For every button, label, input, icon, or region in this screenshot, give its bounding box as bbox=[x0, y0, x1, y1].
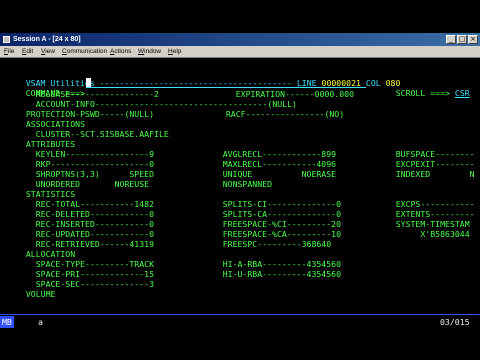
section-volume: VOLUME bbox=[16, 289, 56, 299]
field-excps: EXCPS----------- bbox=[376, 199, 475, 209]
field-release: RELEASE-----------------2 bbox=[16, 89, 159, 99]
field-extents: EXTENTS--------- bbox=[376, 209, 475, 219]
field-nonspanned: NONSPANNED bbox=[203, 179, 273, 189]
scroll-label: SCROLL ===> bbox=[395, 88, 450, 98]
field-excpexit: EXCPEXIT-------- bbox=[376, 159, 475, 169]
section-statistics: STATISTICS bbox=[16, 189, 76, 199]
scroll-value[interactable]: CSR bbox=[455, 88, 470, 98]
field-avglrecl: AVGLRECL------------899 bbox=[203, 149, 337, 159]
field-racf: RACF----------------(NO) bbox=[216, 109, 345, 119]
field-splits-ca: SPLITS-CA--------------0 bbox=[203, 209, 342, 219]
menu-bar: File Edit View Communication Actions Win… bbox=[0, 46, 480, 58]
field-freespc: FREESPC---------368640 bbox=[203, 239, 332, 249]
field-maxlrecl: MAXLRECL-----------4096 bbox=[203, 159, 337, 169]
field-space-pri: SPACE-PRI-------------15 bbox=[16, 269, 155, 279]
field-indexed: INDEXED N bbox=[376, 169, 475, 179]
field-rec-inserted: REC-INSERTED-----------0 bbox=[16, 219, 155, 229]
terminal-screen[interactable]: VSAM Utilities -------------------------… bbox=[0, 58, 480, 330]
status-indicator: a bbox=[38, 317, 43, 327]
status-mode: MB bbox=[0, 316, 14, 328]
section-associations: ASSOCIATIONS bbox=[16, 119, 86, 129]
field-rkp: RKP--------------------0 bbox=[16, 159, 155, 169]
field-bufspace: BUFSPACE-------- bbox=[376, 149, 475, 159]
field-freespace-ca: FREESPACE-%CA---------10 bbox=[203, 229, 342, 239]
field-account-info: ACCOUNT-INFO----------------------------… bbox=[16, 99, 297, 109]
field-hi-u-rba: HI-U-RBA---------4354560 bbox=[203, 269, 342, 279]
app-icon[interactable] bbox=[3, 36, 10, 43]
field-shroptns: SHROPTNS(3,3) SPEED bbox=[16, 169, 155, 179]
field-keylen: KEYLEN-----------------9 bbox=[16, 149, 155, 159]
scroll-field: SCROLL ===> CSR bbox=[376, 78, 470, 108]
command-input[interactable] bbox=[86, 87, 366, 88]
field-protection-pswd: PROTECTION-PSWD-----(NULL) bbox=[16, 109, 155, 119]
window-title: Session A - [24 x 80] bbox=[13, 36, 81, 43]
field-hi-a-rba: HI-A-RBA---------4354560 bbox=[203, 259, 342, 269]
field-rec-retrieved: REC-RETRIEVED------41319 bbox=[16, 239, 155, 249]
minimize-button[interactable]: _ bbox=[446, 35, 456, 44]
field-splits-ci: SPLITS-CI--------------0 bbox=[203, 199, 342, 209]
field-rec-updated: REC-UPDATED------------0 bbox=[16, 229, 155, 239]
text-cursor bbox=[86, 78, 91, 87]
field-freespace-ci: FREESPACE-%CI---------20 bbox=[203, 219, 342, 229]
field-rec-deleted: REC-DELETED------------0 bbox=[16, 209, 155, 219]
field-expiration: EXPIRATION------0000.000 bbox=[216, 89, 355, 99]
bottom-strip bbox=[0, 330, 480, 360]
field-rec-total: REC-TOTAL-----------1482 bbox=[16, 199, 155, 209]
oia-status-bar: MB a 03/015 bbox=[0, 314, 480, 330]
field-unique: UNIQUE NOERASE bbox=[203, 169, 337, 179]
field-unordered: UNORDERED NOREUSE bbox=[16, 179, 150, 189]
maximize-button[interactable]: □ bbox=[457, 35, 467, 44]
field-space-sec: SPACE-SEC--------------3 bbox=[16, 279, 155, 289]
field-space-type: SPACE-TYPE---------TRACK bbox=[16, 259, 155, 269]
field-cluster: CLUSTER--SCT.SISBASE.AAFILE bbox=[16, 129, 169, 139]
cursor-position: 03/015 bbox=[440, 317, 470, 327]
close-button[interactable]: × bbox=[468, 35, 478, 44]
field-timestamp-value: X'B5863044 bbox=[376, 229, 470, 239]
section-attributes: ATTRIBUTES bbox=[16, 139, 76, 149]
section-allocation: ALLOCATION bbox=[16, 249, 76, 259]
field-system-timestamp: SYSTEM-TIMESTAM bbox=[376, 219, 470, 229]
window-title-bar[interactable]: Session A - [24 x 80] _ □ × bbox=[0, 33, 480, 46]
